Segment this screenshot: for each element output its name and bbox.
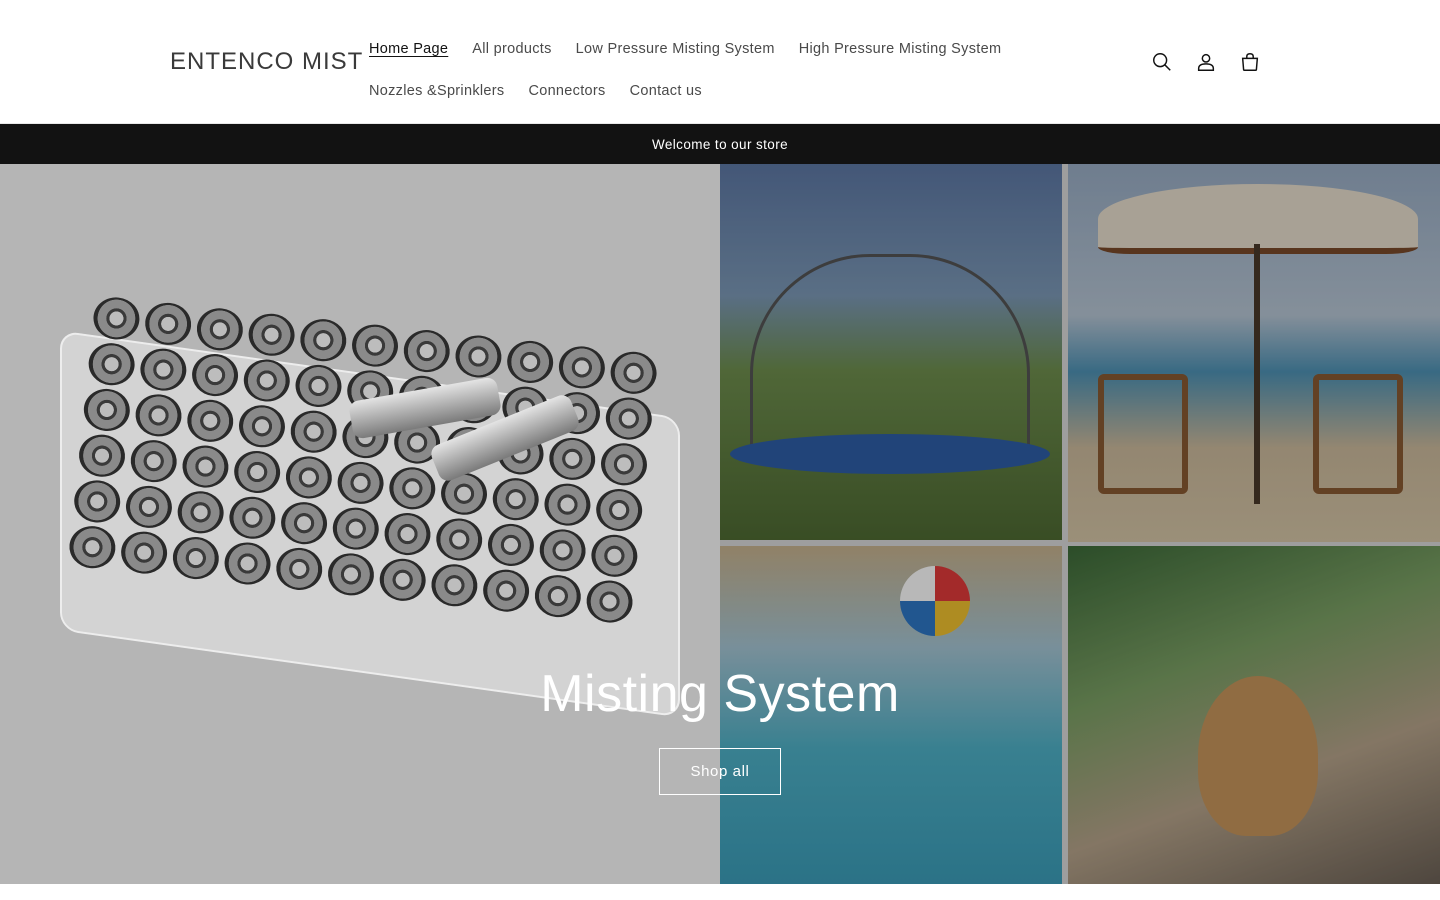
announcement-text: Welcome to our store bbox=[651, 136, 789, 152]
nav-link-high-pressure[interactable]: High Pressure Misting System bbox=[799, 41, 1002, 57]
site-header: ENTENCO MIST Home Page All products Low … bbox=[0, 0, 1440, 124]
nav-row-2: Nozzles &Sprinklers Connectors Contact u… bbox=[369, 70, 1089, 112]
nav-link-low-pressure[interactable]: Low Pressure Misting System bbox=[576, 41, 775, 57]
cart-icon[interactable] bbox=[1238, 46, 1262, 78]
nav-row-1: Home Page All products Low Pressure Mist… bbox=[369, 28, 1089, 70]
store-logo[interactable]: ENTENCO MIST bbox=[170, 48, 363, 76]
announcement-bar: Welcome to our store bbox=[0, 124, 1440, 164]
search-icon[interactable] bbox=[1150, 46, 1174, 78]
nav-link-nozzles[interactable]: Nozzles &Sprinklers bbox=[369, 83, 504, 99]
hero-banner: Misting System Shop all bbox=[0, 164, 1440, 884]
account-icon[interactable] bbox=[1194, 46, 1218, 78]
main-nav: Home Page All products Low Pressure Mist… bbox=[369, 28, 1089, 112]
hero-content: Misting System Shop all bbox=[0, 164, 1440, 884]
nav-link-connectors[interactable]: Connectors bbox=[528, 83, 605, 99]
nav-link-home[interactable]: Home Page bbox=[369, 41, 448, 57]
nav-link-contact[interactable]: Contact us bbox=[630, 83, 702, 99]
header-icons bbox=[1150, 46, 1262, 78]
shop-all-button[interactable]: Shop all bbox=[659, 748, 781, 795]
nav-link-all-products[interactable]: All products bbox=[472, 41, 551, 57]
hero-title: Misting System bbox=[540, 665, 900, 723]
